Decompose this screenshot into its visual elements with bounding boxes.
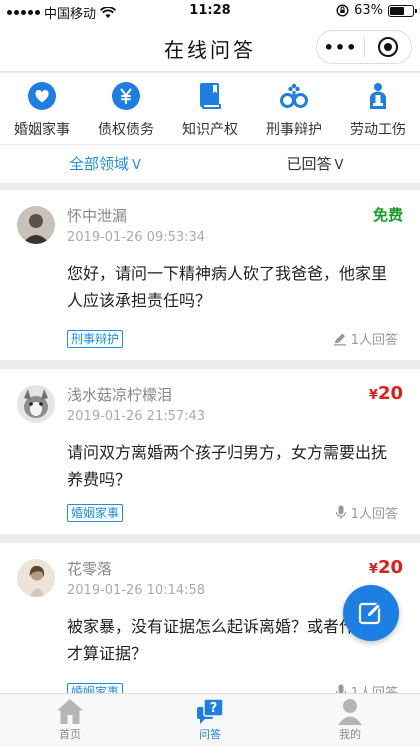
qa-bubble-icon: ?	[197, 698, 224, 724]
chevron-down-icon: V	[334, 158, 344, 173]
filter-status-label: 已回答	[286, 155, 332, 173]
category-label: 刑事辩护	[266, 122, 322, 138]
user-name: 怀中泄漏	[67, 207, 128, 225]
svg-text:?: ?	[210, 701, 218, 716]
answer-count-label: 1人回答	[350, 507, 398, 522]
question-text: 您好，请问一下精神病人砍了我爸爸，他家里人应该承担责任吗？	[67, 264, 388, 310]
tab-label: 首页	[59, 728, 81, 741]
book-icon	[195, 81, 225, 111]
avatar	[17, 206, 55, 244]
category-tag: 刑事辩护	[67, 330, 124, 348]
price-label: ¥20	[369, 557, 403, 578]
edit-icon	[358, 602, 382, 625]
currency-symbol: ¥	[368, 562, 378, 577]
capsule-close-button[interactable]	[365, 37, 411, 57]
tab-home[interactable]: 首页	[0, 694, 140, 747]
category-ip[interactable]: 知识产权	[168, 73, 252, 144]
pencil-icon	[333, 333, 346, 345]
category-criminal[interactable]: 刑事辩护	[252, 73, 336, 144]
category-tag: 婚姻家事	[67, 504, 124, 522]
price-value: 20	[377, 557, 403, 578]
status-right: 63%	[336, 3, 417, 18]
avatar	[17, 559, 55, 597]
ellipsis-icon[interactable]: •••	[317, 38, 364, 57]
battery-icon	[388, 4, 417, 17]
answer-count-label: 1人回答	[350, 333, 398, 348]
price-label: 免费	[372, 206, 403, 224]
battery-percent: 63%	[354, 3, 383, 18]
filter-field-dropdown[interactable]: 全部领域 V	[0, 145, 210, 183]
price-label: ¥20	[369, 383, 403, 404]
home-icon	[57, 699, 83, 724]
category-label: 知识产权	[182, 122, 238, 138]
bottom-tab-bar: 首页 ? 问答 我的	[0, 693, 420, 747]
price-value: 20	[377, 383, 403, 404]
tab-label: 我的	[339, 728, 361, 741]
avatar	[17, 385, 55, 423]
filter-bar: 全部领域 V 已回答 V	[0, 145, 420, 183]
answer-count: 1人回答	[333, 329, 398, 348]
question-list: 怀中泄漏 2019-01-26 09:53:34 免费 您好，请问一下精神病人砍…	[0, 190, 420, 722]
category-label: 劳动工伤	[350, 122, 406, 138]
tab-me[interactable]: 我的	[280, 694, 420, 747]
tab-qa[interactable]: ? 问答	[140, 694, 280, 747]
category-labor[interactable]: 劳动工伤	[336, 73, 420, 144]
currency-symbol: ¥	[368, 388, 378, 403]
answer-count: 1人回答	[335, 503, 398, 522]
ask-question-button[interactable]	[343, 585, 399, 641]
category-label: 债权债务	[98, 122, 154, 138]
target-icon	[377, 37, 398, 57]
category-marriage[interactable]: 婚姻家事	[0, 73, 84, 144]
yen-coin-icon	[111, 81, 141, 111]
user-icon	[338, 699, 362, 725]
user-name: 浅水菇凉柠檬泪	[67, 386, 173, 404]
question-card[interactable]: 怀中泄漏 2019-01-26 09:53:34 免费 您好，请问一下精神病人砍…	[0, 190, 420, 360]
question-text: 请问双方离婚两个孩子归男方，女方需要出抚养费吗？	[67, 443, 388, 489]
heart-icon	[27, 81, 57, 111]
handcuffs-icon	[279, 81, 309, 111]
question-time: 2019-01-26 21:57:43	[67, 409, 206, 424]
worker-icon	[363, 81, 393, 111]
question-time: 2019-01-26 10:14:58	[67, 583, 206, 598]
user-name: 花零落	[67, 560, 113, 578]
chevron-down-icon: V	[132, 158, 141, 173]
rotation-lock-icon	[336, 4, 349, 17]
question-time: 2019-01-26 09:53:34	[67, 230, 206, 245]
category-debt[interactable]: 债权债务	[84, 73, 168, 144]
filter-field-label: 全部领域	[69, 155, 130, 173]
question-card[interactable]: 浅水菇凉柠檬泪 2019-01-26 21:57:43 ¥20 请问双方离婚两个…	[0, 369, 420, 534]
microphone-icon	[335, 505, 346, 519]
filter-status-dropdown[interactable]: 已回答 V	[210, 145, 420, 183]
nav-bar: 在线问答 •••	[0, 22, 420, 72]
tab-label: 问答	[199, 728, 221, 741]
category-bar: 婚姻家事 债权债务 知识产权 刑事辩护 劳动工伤	[0, 73, 420, 145]
category-label: 婚姻家事	[14, 122, 70, 138]
status-bar: 中国移动 11:28 63%	[0, 0, 420, 22]
mini-program-capsule: •••	[316, 30, 412, 64]
